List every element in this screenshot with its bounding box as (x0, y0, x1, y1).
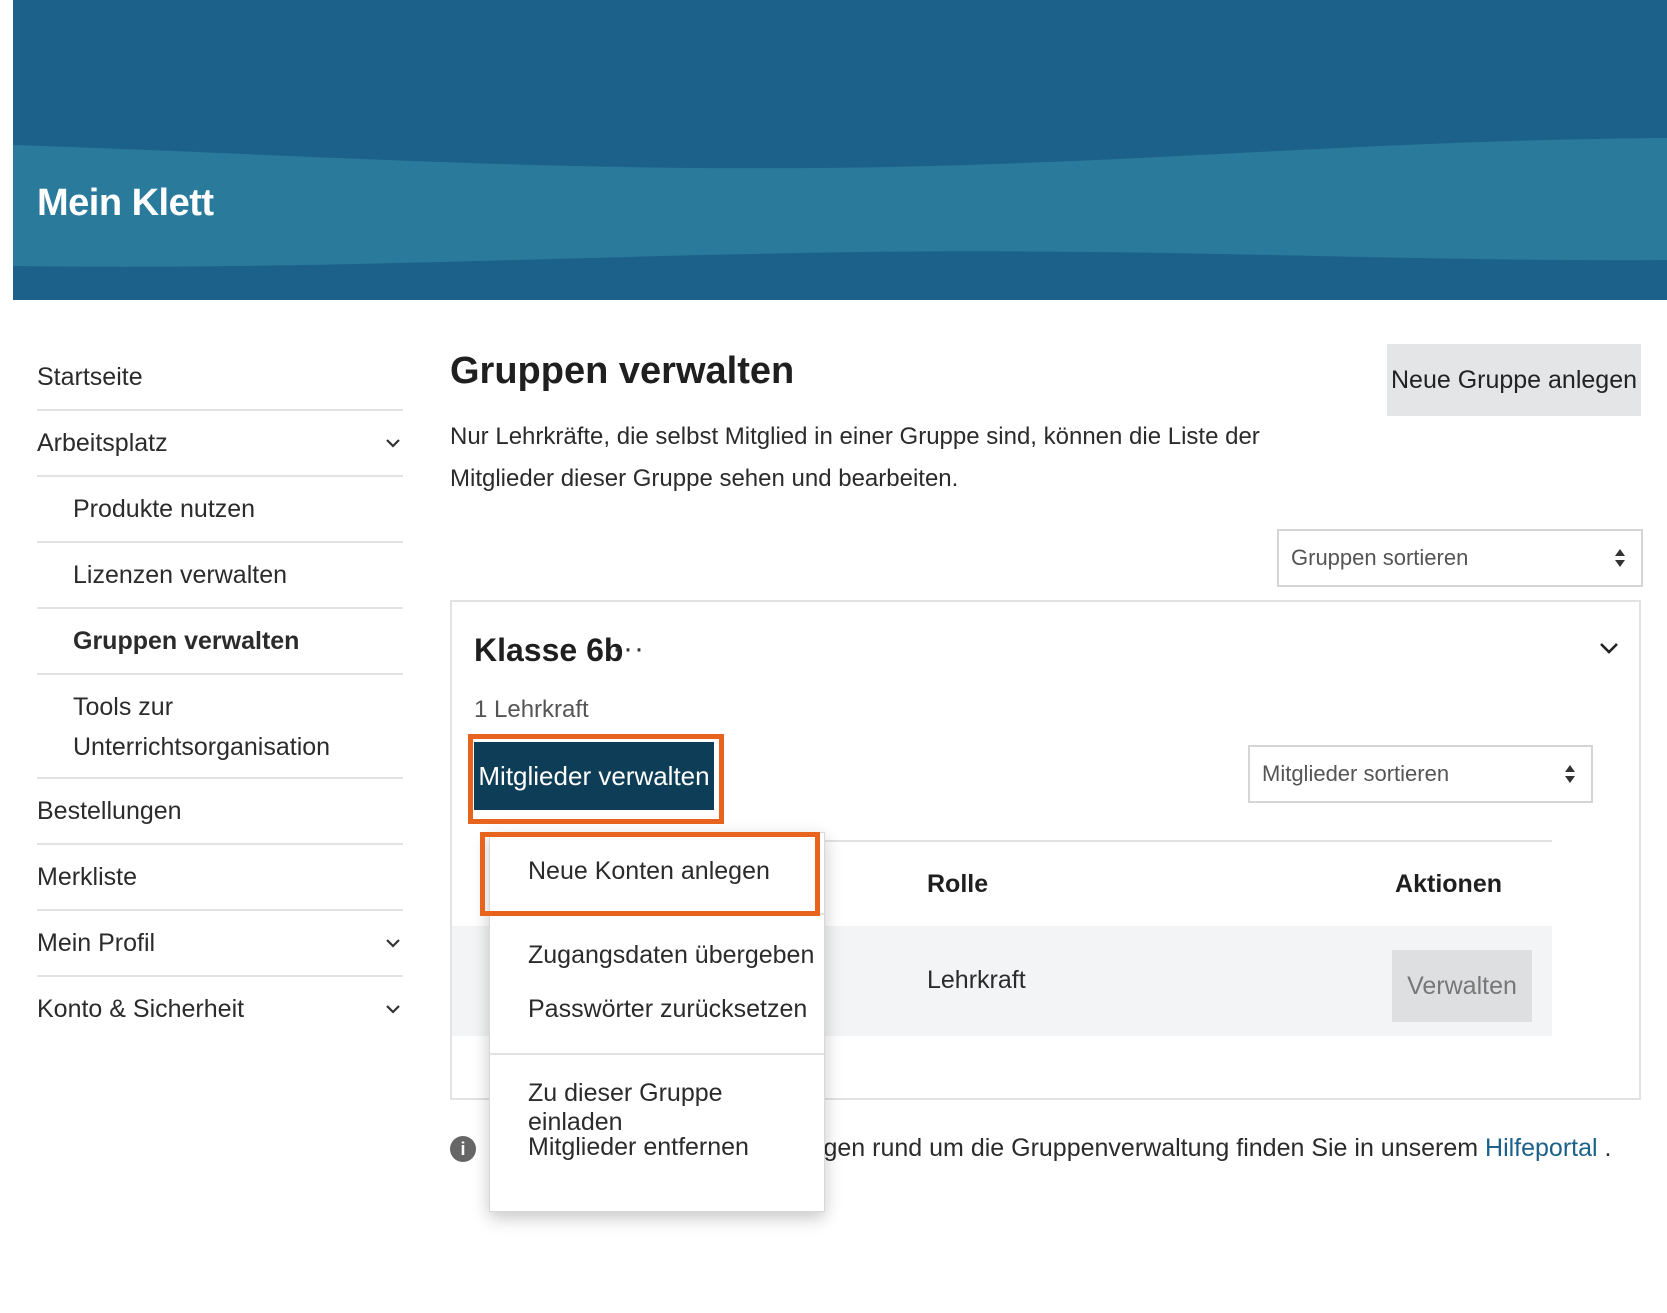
sidebar-item-label: Mein Profil (37, 929, 156, 957)
sidebar-item-label: Lizenzen verwalten (73, 561, 288, 589)
sidebar-item-label: Tools zur Unterrichtsorganisation (73, 693, 331, 761)
menu-item-reset-passwords[interactable]: Passwörter zurücksetzen (528, 995, 807, 1024)
sidebar-item-bestellungen[interactable]: Bestellungen (37, 779, 403, 845)
sidebar-item-label: Produkte nutzen (73, 495, 256, 523)
column-actions: Aktionen (1395, 870, 1502, 898)
sidebar-item-mein-profil[interactable]: Mein Profil (37, 911, 403, 977)
site-header: Mein Klett (13, 0, 1667, 300)
new-group-button[interactable]: Neue Gruppe anlegen (1387, 344, 1641, 416)
sidebar-item-tools[interactable]: Tools zur Unterrichtsorganisation (37, 675, 403, 779)
chevron-down-icon (386, 439, 400, 448)
sidebar-item-startseite[interactable]: Startseite (37, 345, 403, 411)
highlight-frame (480, 832, 820, 916)
sidebar-item-merkliste[interactable]: Merkliste (37, 845, 403, 911)
column-role: Rolle (927, 870, 989, 898)
sidebar-item-label: Bestellungen (37, 797, 182, 825)
chevron-down-icon[interactable] (1597, 636, 1621, 660)
sidebar-item-arbeitsplatz[interactable]: Arbeitsplatz (37, 411, 403, 477)
sort-groups-label: Gruppen sortieren (1291, 545, 1469, 570)
header-wave-graphic (13, 0, 1667, 300)
row-manage-button[interactable]: Verwalten (1392, 950, 1532, 1022)
sidebar-item-label: Startseite (37, 363, 143, 391)
sidebar-nav: Startseite Arbeitsplatz Produkte nutzen … (37, 345, 403, 1041)
page: Mein Klett Startseite Arbeitsplatz Produ… (13, 0, 1667, 1272)
group-more-menu[interactable]: ··· (612, 632, 645, 666)
sort-members-select[interactable]: Mitglieder sortieren (1248, 745, 1593, 803)
page-title: Gruppen verwalten (450, 350, 795, 392)
sidebar-item-gruppen-verwalten[interactable]: Gruppen verwalten (37, 609, 403, 675)
sort-members-label: Mitglieder sortieren (1262, 761, 1450, 786)
sidebar-item-produkte-nutzen[interactable]: Produkte nutzen (37, 477, 403, 543)
highlight-frame (468, 734, 724, 824)
sidebar-item-label: Merkliste (37, 863, 138, 891)
chevron-down-icon (386, 1005, 400, 1014)
sidebar-item-label: Arbeitsplatz (37, 429, 168, 457)
menu-item-remove-members[interactable]: Mitglieder entfernen (528, 1133, 749, 1162)
sidebar-item-lizenzen-verwalten[interactable]: Lizenzen verwalten (37, 543, 403, 609)
help-text-wrap: Fragen rund um die Gruppenverwaltung fin… (786, 1134, 1611, 1163)
site-title[interactable]: Mein Klett (37, 182, 214, 225)
sort-arrows-icon (1615, 549, 1625, 567)
sort-arrows-icon (1565, 765, 1575, 783)
sort-groups-select[interactable]: Gruppen sortieren (1277, 529, 1643, 587)
chevron-down-icon (386, 939, 400, 948)
menu-item-hand-over-credentials[interactable]: Zugangsdaten übergeben (528, 941, 814, 970)
sidebar-item-label: Konto & Sicherheit (37, 995, 245, 1023)
members-table-header: Rolle Aktionen (792, 840, 1552, 929)
menu-item-invite-to-group[interactable]: Zu dieser Gruppe einladen (528, 1079, 824, 1137)
sidebar-item-konto-sicherheit[interactable]: Konto & Sicherheit (37, 977, 403, 1041)
help-portal-link[interactable]: Hilfeportal (1485, 1134, 1598, 1162)
help-text: Fragen rund um die Gruppenverwaltung fin… (786, 1134, 1486, 1162)
menu-divider (490, 1053, 824, 1055)
group-name: Klasse 6b (474, 632, 624, 668)
help-text-end: . (1597, 1134, 1612, 1162)
sidebar-item-label: Gruppen verwalten (73, 627, 300, 655)
info-icon: i (450, 1136, 476, 1162)
member-count: 1 Lehrkraft (474, 696, 589, 723)
intro-text: Nur Lehrkräfte, die selbst Mitglied in e… (450, 423, 1260, 492)
row-role: Lehrkraft (927, 966, 1026, 994)
